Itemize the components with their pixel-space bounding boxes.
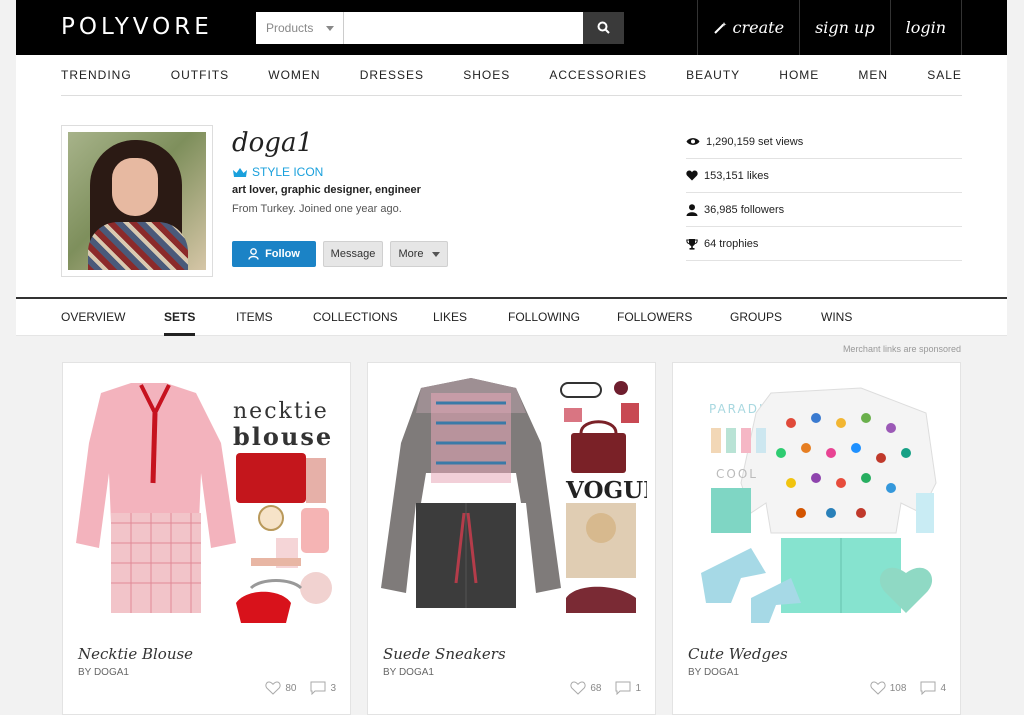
comment-icon[interactable] — [310, 681, 326, 695]
nav-outfits[interactable]: OUTFITS — [171, 68, 229, 82]
account-links: create sign up login — [696, 0, 962, 55]
set-card[interactable]: PARADISE COOL Cute Wedges BY DOGA1 108 4 — [672, 362, 961, 715]
svg-text:necktie: necktie — [233, 399, 329, 424]
set-title[interactable]: Suede Sneakers — [383, 645, 506, 663]
top-bar: POLYVORE Products create sign up login — [16, 0, 1007, 55]
search-category-select[interactable]: Products — [256, 12, 344, 44]
like-count: 80 — [285, 682, 297, 694]
set-stats: 68 1 — [570, 681, 641, 695]
avatar-frame — [61, 125, 213, 277]
comment-icon[interactable] — [920, 681, 936, 695]
set-author[interactable]: BY DOGA1 — [688, 667, 739, 678]
followers-text: 36,985 followers — [704, 203, 785, 216]
set-title[interactable]: Necktie Blouse — [78, 645, 193, 663]
tab-overview[interactable]: OVERVIEW — [61, 299, 125, 336]
heart-outline-icon[interactable] — [265, 681, 281, 695]
nav-dresses[interactable]: DRESSES — [360, 68, 424, 82]
profile-stats: 1,290,159 set views 153,151 likes 36,985… — [686, 125, 962, 261]
nav-men[interactable]: MEN — [858, 68, 888, 82]
username: doga1 — [232, 128, 313, 158]
set-image[interactable]: necktie blouse — [71, 373, 342, 635]
tab-likes[interactable]: LIKES — [433, 299, 467, 336]
set-views-text: 1,290,159 set views — [706, 135, 804, 148]
search-icon — [597, 21, 610, 34]
nav-beauty[interactable]: BEAUTY — [686, 68, 740, 82]
nav-women[interactable]: WOMEN — [268, 68, 320, 82]
tab-groups[interactable]: GROUPS — [730, 299, 782, 336]
likes-text: 153,151 likes — [704, 169, 769, 182]
tab-collections[interactable]: COLLECTIONS — [313, 299, 398, 336]
follow-label: Follow — [265, 248, 300, 260]
follow-button[interactable]: Follow — [232, 241, 316, 267]
set-stats: 80 3 — [265, 681, 336, 695]
profile-joined: From Turkey. Joined one year ago. — [232, 203, 402, 215]
set-card[interactable]: necktie blouse Necktie Blouse BY DOGA1 8… — [62, 362, 351, 715]
chevron-down-icon — [431, 251, 440, 257]
tab-followers[interactable]: FOLLOWERS — [617, 299, 692, 336]
nav-accessories[interactable]: ACCESSORIES — [549, 68, 647, 82]
comment-count: 1 — [635, 682, 641, 694]
trophy-icon — [686, 238, 698, 250]
profile-bio: art lover, graphic designer, engineer — [232, 184, 421, 196]
set-image[interactable]: PARADISE COOL — [681, 373, 952, 635]
tab-sets[interactable]: SETS — [164, 299, 196, 336]
nav-sale[interactable]: SALE — [927, 68, 962, 82]
message-button[interactable]: Message — [323, 241, 383, 267]
eye-icon — [686, 138, 700, 145]
more-label: More — [398, 248, 424, 260]
tab-wins[interactable]: WINS — [821, 299, 852, 336]
heart-outline-icon[interactable] — [870, 681, 886, 695]
set-card[interactable]: VOGUE Suede Sneakers BY DOGA1 68 1 — [367, 362, 656, 715]
profile-panel: TRENDING OUTFITS WOMEN DRESSES SHOES ACC… — [16, 55, 1007, 297]
login-label: login — [905, 18, 946, 37]
comment-count: 4 — [940, 682, 946, 694]
nav-trending[interactable]: TRENDING — [61, 68, 132, 82]
search-input[interactable] — [344, 12, 583, 44]
magic-wand-icon — [713, 21, 727, 34]
heart-outline-icon[interactable] — [570, 681, 586, 695]
stat-followers[interactable]: 36,985 followers — [686, 193, 962, 227]
user-icon — [248, 248, 259, 260]
create-label: create — [732, 18, 785, 37]
create-link[interactable]: create — [698, 0, 801, 55]
crown-icon — [233, 167, 247, 177]
comment-icon[interactable] — [615, 681, 631, 695]
set-stats: 108 4 — [870, 681, 946, 695]
message-label: Message — [330, 248, 376, 260]
trophies-text: 64 trophies — [704, 237, 759, 250]
sign-up-label: sign up — [815, 18, 875, 37]
stat-set-views: 1,290,159 set views — [686, 125, 962, 159]
tab-items[interactable]: ITEMS — [236, 299, 273, 336]
avatar[interactable] — [68, 132, 206, 270]
polyvore-logo[interactable]: POLYVORE — [61, 14, 213, 40]
set-author[interactable]: BY DOGA1 — [383, 667, 434, 678]
set-title[interactable]: Cute Wedges — [688, 645, 788, 663]
person-icon — [686, 203, 698, 216]
svg-text:blouse: blouse — [233, 422, 333, 451]
login-link[interactable]: login — [891, 0, 962, 55]
heart-icon — [686, 170, 698, 181]
nav-shoes[interactable]: SHOES — [463, 68, 510, 82]
svg-text:VOGUE: VOGUE — [565, 477, 647, 504]
badge-label: STYLE ICON — [252, 165, 324, 179]
stat-likes: 153,151 likes — [686, 159, 962, 193]
svg-text:COOL: COOL — [716, 467, 758, 481]
sponsored-note: Merchant links are sponsored — [842, 344, 961, 354]
style-icon-badge[interactable]: STYLE ICON — [232, 165, 323, 179]
profile-tabs: OVERVIEW SETS ITEMS COLLECTIONS LIKES FO… — [16, 299, 1007, 336]
set-author[interactable]: BY DOGA1 — [78, 667, 129, 678]
chevron-down-icon — [326, 26, 334, 31]
search-category-value: Products — [266, 21, 314, 35]
more-button[interactable]: More — [390, 241, 448, 267]
like-count: 68 — [590, 682, 602, 694]
tab-following[interactable]: FOLLOWING — [508, 299, 580, 336]
sign-up-link[interactable]: sign up — [800, 0, 891, 55]
nav-home[interactable]: HOME — [779, 68, 819, 82]
stat-trophies[interactable]: 64 trophies — [686, 227, 962, 261]
like-count: 108 — [889, 682, 907, 694]
search-button[interactable] — [583, 12, 624, 44]
category-nav: TRENDING OUTFITS WOMEN DRESSES SHOES ACC… — [61, 55, 962, 96]
comment-count: 3 — [330, 682, 336, 694]
set-image[interactable]: VOGUE — [376, 373, 647, 635]
